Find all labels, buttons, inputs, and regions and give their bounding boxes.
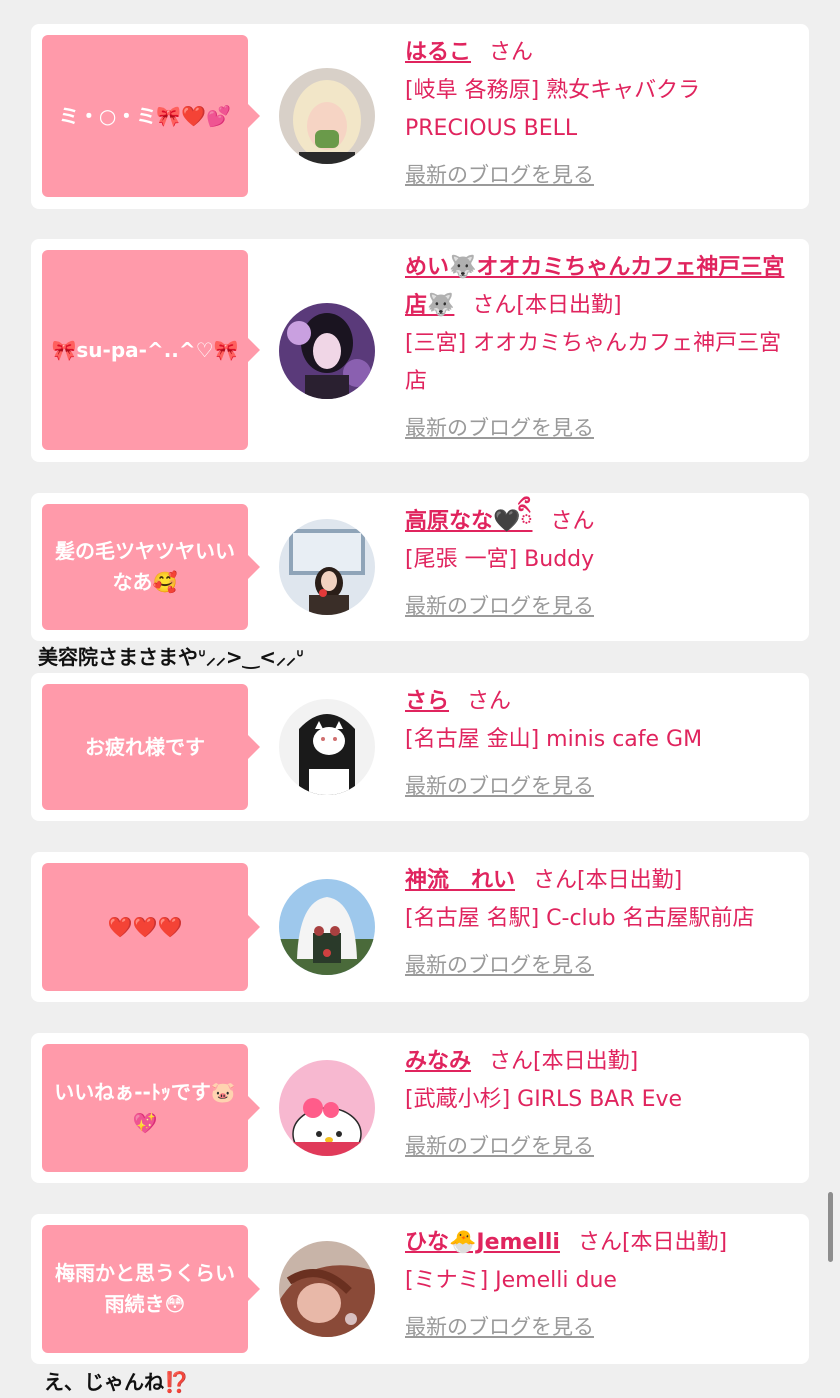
shop-label: [ミナミ] Jemelli due: [405, 1268, 617, 1293]
scrollbar[interactable]: [828, 1192, 833, 1262]
message-overflow-text: え、じゃんね⁉️: [44, 1370, 189, 1394]
avatar[interactable]: [279, 699, 375, 795]
cast-info: ひな🐣Jemelli さん[本日出勤] [ミナミ] Jemelli due 最新の…: [405, 1224, 803, 1346]
cast-info: 高原なな🖤ིྀ さん [尾張 一宮] Buddy 最新のブログを見る: [405, 503, 803, 625]
honorific-label: さん: [467, 689, 512, 714]
cast-info: みなみ さん[本日出勤] [武蔵小杉] GIRLS BAR Eve 最新のブログを…: [405, 1043, 803, 1165]
diary-card: ミ・○・ミ🎀❤️💕 はるこ さん [岐阜 各務原] 熟女キャバクラ PRECIOU…: [31, 24, 809, 209]
avatar[interactable]: [279, 303, 375, 399]
diary-card: お疲れ様です さら さん [名古屋 金山] minis cafe GM 最新のブロ…: [31, 673, 809, 821]
latest-blog-link[interactable]: 最新のブログを見る: [405, 767, 803, 805]
cast-name-link[interactable]: さら: [405, 689, 449, 714]
avatar[interactable]: [279, 519, 375, 615]
honorific-label: さん: [489, 40, 534, 65]
diary-card: いいねぁ--ﾄｯです🐷💖 みなみ さん[本日出勤] [武蔵小杉] GIRLS BA…: [31, 1033, 809, 1183]
cast-name-link[interactable]: みなみ: [405, 1049, 471, 1074]
latest-blog-link[interactable]: 最新のブログを見る: [405, 1127, 803, 1165]
message-bubble: ミ・○・ミ🎀❤️💕: [42, 35, 260, 197]
cast-name-link[interactable]: 神流 れい: [405, 868, 515, 893]
cast-info: めい🐺オオカミちゃんカフェ神戸三宮店🐺 さん[本日出勤] [三宮] オオカミちゃん…: [405, 249, 803, 447]
cast-info: 神流 れい さん[本日出勤] [名古屋 名駅] C-club 名古屋駅前店 最新の…: [405, 862, 803, 984]
avatar[interactable]: [279, 1060, 375, 1156]
avatar[interactable]: [279, 1241, 375, 1337]
message-bubble: 🎀su-pa-^..^♡🎀: [42, 250, 260, 450]
shop-label: [三宮] オオカミちゃんカフェ神戸三宮店: [405, 331, 782, 394]
message-bubble: ❤️❤️❤️: [42, 863, 260, 991]
cast-info: はるこ さん [岐阜 各務原] 熟女キャバクラ PRECIOUS BELL 最新の…: [405, 34, 803, 194]
message-bubble: お疲れ様です: [42, 684, 260, 810]
message-bubble: 髪の毛ツヤツヤいいなあ🥰: [42, 504, 260, 630]
shop-label: [名古屋 金山] minis cafe GM: [405, 727, 703, 752]
diary-card: 梅雨かと思うくらい雨続き😳 ひな🐣Jemelli さん[本日出勤] [ミナミ] J…: [31, 1214, 809, 1364]
latest-blog-link[interactable]: 最新のブログを見る: [405, 587, 803, 625]
cast-name-link[interactable]: はるこ: [405, 40, 471, 65]
honorific-label: さん[本日出勤]: [533, 868, 683, 893]
cast-name-link[interactable]: 高原なな🖤ིྀ: [405, 509, 533, 534]
honorific-label: さん: [550, 509, 595, 534]
honorific-label: さん[本日出勤]: [577, 1230, 728, 1255]
diary-card: 髪の毛ツヤツヤいいなあ🥰 高原なな🖤ིྀ さん [尾張 一宮] Buddy 最新の…: [31, 493, 809, 641]
message-bubble: いいねぁ--ﾄｯです🐷💖: [42, 1044, 260, 1172]
latest-blog-link[interactable]: 最新のブログを見る: [405, 1308, 803, 1346]
shop-label: [武蔵小杉] GIRLS BAR Eve: [405, 1087, 683, 1112]
shop-label: [岐阜 各務原] 熟女キャバクラ PRECIOUS BELL: [405, 78, 701, 141]
honorific-label: さん[本日出勤]: [472, 293, 622, 318]
shop-label: [名古屋 名駅] C-club 名古屋駅前店: [405, 906, 755, 931]
diary-card: 🎀su-pa-^..^♡🎀 めい🐺オオカミちゃんカフェ神戸三宮店🐺 さん[本日出勤…: [31, 239, 809, 462]
latest-blog-link[interactable]: 最新のブログを見る: [405, 156, 803, 194]
latest-blog-link[interactable]: 最新のブログを見る: [405, 946, 803, 984]
message-bubble: 梅雨かと思うくらい雨続き😳: [42, 1225, 260, 1353]
latest-blog-link[interactable]: 最新のブログを見る: [405, 409, 803, 447]
avatar[interactable]: [279, 68, 375, 164]
cast-name-link[interactable]: ひな🐣Jemelli: [405, 1230, 560, 1255]
diary-card: ❤️❤️❤️ 神流 れい さん[本日出勤] [名古屋 名駅] C-club 名古屋…: [31, 852, 809, 1002]
honorific-label: さん[本日出勤]: [489, 1049, 639, 1074]
shop-label: [尾張 一宮] Buddy: [405, 547, 595, 572]
avatar[interactable]: [279, 879, 375, 975]
cast-info: さら さん [名古屋 金山] minis cafe GM 最新のブログを見る: [405, 683, 803, 805]
message-overflow-text: 美容院さまさまやᐡ⸝⸝>‿<⸝⸝ᐡ: [38, 645, 304, 669]
